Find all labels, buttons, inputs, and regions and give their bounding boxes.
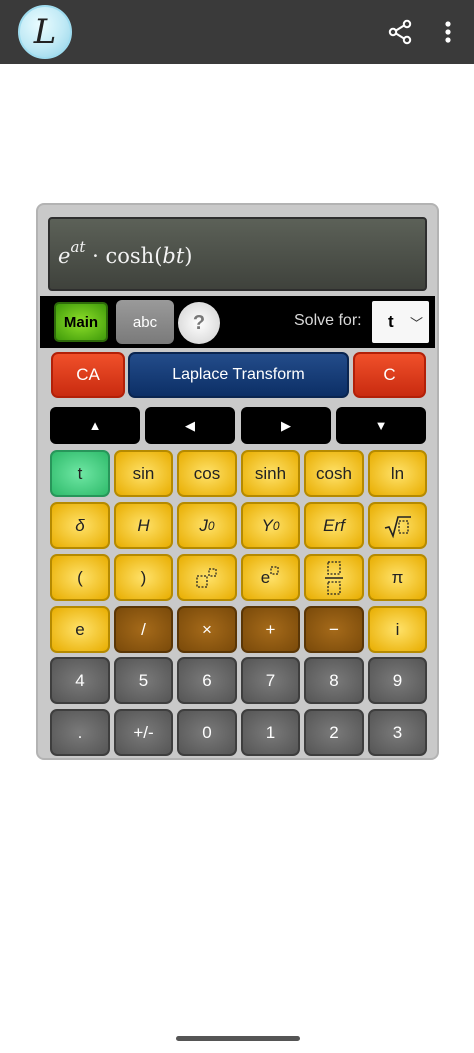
key-sqrt[interactable] [368,502,427,549]
key-fraction[interactable] [304,554,364,601]
app-bar: L [0,0,474,64]
arrow-up-button[interactable]: ▲ [50,407,140,444]
arrow-right-button[interactable]: ▶ [241,407,331,444]
power-icon [196,567,217,588]
key-4[interactable]: 4 [50,657,110,704]
key-decimal[interactable]: . [50,709,110,756]
help-button[interactable]: ? [178,302,220,344]
key-3[interactable]: 3 [368,709,427,756]
key-5[interactable]: 5 [114,657,173,704]
square-root-icon [384,515,411,538]
main-tab-button[interactable]: Main [54,302,108,342]
key-7[interactable]: 7 [241,657,300,704]
key-pi[interactable]: π [368,554,427,601]
key-heaviside[interactable]: H [114,502,173,549]
solve-for-label: Solve for: [294,312,362,329]
abc-tab-button[interactable]: abc [116,300,174,344]
exponent-box-icon [270,565,279,575]
key-bessel-y0[interactable]: Y0 [241,502,300,549]
key-0[interactable]: 0 [177,709,237,756]
expression-text: eat · cosh(bt) [58,238,193,268]
toolbar: Main abc ? Solve for: t ﹀ [40,296,435,348]
fraction-icon [325,560,343,595]
key-imaginary[interactable]: i [368,606,427,653]
clear-button[interactable]: C [353,352,426,398]
solve-for-select[interactable]: t ﹀ [372,301,429,343]
key-open-paren[interactable]: ( [50,554,110,601]
key-sin[interactable]: sin [114,450,173,497]
key-e[interactable]: e [50,606,110,653]
key-6[interactable]: 6 [177,657,237,704]
key-2[interactable]: 2 [304,709,364,756]
key-cos[interactable]: cos [177,450,237,497]
more-options-icon[interactable] [436,18,460,46]
key-9[interactable]: 9 [368,657,427,704]
calculator-panel: eat · cosh(bt) Main abc ? Solve for: t ﹀… [36,203,439,760]
key-plus[interactable]: + [241,606,300,653]
share-icon[interactable] [386,18,414,46]
key-divide[interactable]: / [114,606,173,653]
key-erf[interactable]: Erf [304,502,364,549]
laplace-transform-button[interactable]: Laplace Transform [128,352,349,398]
key-multiply[interactable]: × [177,606,237,653]
clear-all-button[interactable]: CA [51,352,125,398]
key-negate[interactable]: +/- [114,709,173,756]
key-cosh[interactable]: cosh [304,450,364,497]
arrow-left-button[interactable]: ◀ [145,407,235,444]
key-exp[interactable]: e [241,554,300,601]
key-power[interactable] [177,554,237,601]
key-1[interactable]: 1 [241,709,300,756]
key-close-paren[interactable]: ) [114,554,173,601]
app-logo: L [18,5,72,59]
key-minus[interactable]: − [304,606,364,653]
key-ln[interactable]: ln [368,450,427,497]
key-bessel-j0[interactable]: J0 [177,502,237,549]
key-t[interactable]: t [50,450,110,497]
arrow-down-button[interactable]: ▼ [336,407,426,444]
key-8[interactable]: 8 [304,657,364,704]
home-indicator[interactable] [176,1036,300,1041]
expression-display[interactable]: eat · cosh(bt) [48,217,427,291]
key-delta[interactable]: δ [50,502,110,549]
chevron-down-icon: ﹀ [409,316,423,331]
key-sinh[interactable]: sinh [241,450,300,497]
